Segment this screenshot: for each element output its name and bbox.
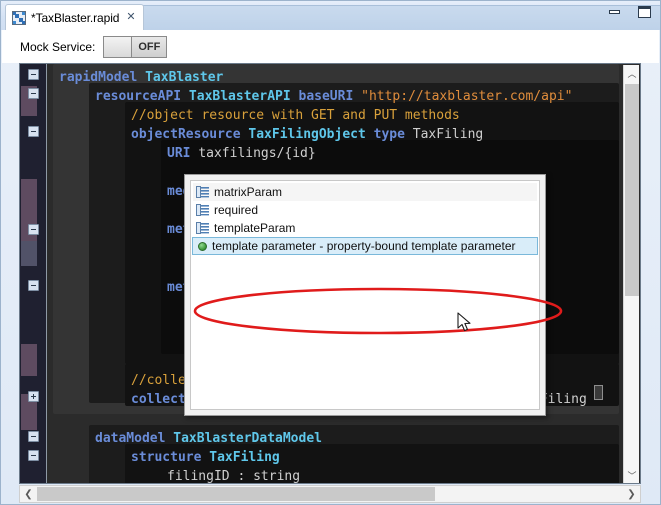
fold-toggle-collapse[interactable]: [28, 126, 39, 137]
code-line: rapidModel TaxBlaster: [59, 68, 223, 87]
autocomplete-item-label: required: [214, 203, 259, 217]
code-token: dataModel: [95, 431, 174, 446]
autocomplete-item-label: matrixParam: [214, 185, 283, 199]
toggle-knob[interactable]: [104, 36, 133, 57]
autocomplete-item[interactable]: matrixParam: [193, 183, 537, 201]
horizontal-scroll-thumb[interactable]: [37, 487, 435, 501]
maximize-icon: [637, 6, 651, 18]
code-line: objectResource TaxFilingObject type TaxF…: [131, 125, 483, 144]
list-entry-icon: [196, 204, 209, 216]
scroll-up-icon[interactable]: ︿: [624, 65, 640, 82]
code-token: rapidModel: [59, 70, 146, 85]
code-token: filingID : string: [167, 469, 301, 484]
vertical-scroll-thumb[interactable]: [625, 84, 639, 296]
code-token: //object resource with GET and PUT metho…: [131, 108, 460, 123]
editor-tab-label: *TaxBlaster.rapid: [31, 10, 120, 25]
code-token: TaxFilingObject: [248, 127, 374, 142]
code-line: structure TaxFiling: [131, 448, 280, 467]
tab-strip-empty-area: [141, 5, 660, 30]
mock-service-toggle[interactable]: OFF: [103, 35, 168, 58]
code-token: taxfilings/{id}: [198, 146, 316, 161]
gutter-annotation-marker: [21, 241, 37, 266]
minimize-icon: [608, 10, 620, 14]
code-token: TaxBlasterAPI: [188, 89, 299, 104]
fold-toggle-collapse[interactable]: [28, 280, 39, 291]
fold-toggle-collapse[interactable]: [28, 88, 39, 99]
autocomplete-item[interactable]: templateParam: [193, 219, 537, 237]
editor-tab-taxblaster[interactable]: *TaxBlaster.rapid ✕: [5, 4, 144, 30]
toggle-state-label: OFF: [132, 36, 167, 57]
editor-vertical-scrollbar[interactable]: ︿ ﹀: [623, 65, 640, 483]
code-line: filingID : string: [167, 467, 301, 484]
mock-service-label: Mock Service:: [20, 39, 96, 54]
rapid-file-icon: [12, 10, 26, 25]
code-token: resourceAPI: [95, 89, 189, 104]
code-token: "http://taxblaster.com/api": [361, 89, 573, 104]
code-line: dataModel TaxBlasterDataModel: [95, 429, 322, 448]
scroll-left-icon[interactable]: ❮: [20, 486, 37, 502]
autocomplete-item[interactable]: template parameter - property-bound temp…: [192, 237, 538, 255]
autocomplete-item-label: templateParam: [214, 221, 296, 235]
fold-toggle-expand[interactable]: [28, 391, 39, 402]
code-token: objectResource: [131, 127, 249, 142]
editor-gutter[interactable]: [20, 64, 46, 483]
fold-toggle-collapse[interactable]: [28, 450, 39, 461]
fold-toggle-collapse[interactable]: [28, 224, 39, 235]
rapid-editor-window: *TaxBlaster.rapid ✕ Mock Service: OFF ra…: [0, 0, 661, 505]
autocomplete-item[interactable]: required: [193, 201, 537, 219]
code-line: resourceAPI TaxBlasterAPI baseURI "http:…: [95, 87, 572, 106]
code-token: URI: [167, 146, 199, 161]
autocomplete-popup[interactable]: matrixParam required templateParam template…: [184, 174, 546, 416]
editor-horizontal-scrollbar[interactable]: ❮ ❯: [19, 485, 641, 503]
list-entry-icon: [196, 222, 209, 234]
fold-toggle-collapse[interactable]: [28, 69, 39, 80]
code-token: type: [373, 127, 413, 142]
mock-service-toolbar: Mock Service: OFF: [2, 30, 659, 63]
scroll-down-icon[interactable]: ﹀: [624, 467, 640, 483]
list-entry-icon: [196, 186, 209, 198]
code-token: TaxFiling: [209, 450, 280, 465]
code-token: TaxBlaster: [145, 70, 224, 85]
scroll-right-icon[interactable]: ❯: [623, 486, 640, 502]
maximize-button[interactable]: [634, 4, 654, 20]
window-controls: [604, 4, 654, 20]
code-token: TaxFiling: [412, 127, 484, 142]
code-token: baseURI: [298, 89, 362, 104]
code-line: //object resource with GET and PUT metho…: [131, 106, 460, 125]
green-dot-icon: [198, 241, 207, 251]
text-caret: [594, 385, 603, 400]
autocomplete-list[interactable]: matrixParam required templateParam template…: [190, 180, 540, 410]
close-icon[interactable]: ✕: [126, 12, 135, 23]
code-line: URI taxfilings/{id}: [167, 144, 316, 163]
gutter-annotation-marker: [21, 344, 37, 376]
code-token: TaxBlasterDataModel: [173, 431, 322, 446]
code-token: structure: [131, 450, 210, 465]
fold-toggle-collapse[interactable]: [28, 431, 39, 442]
code-editor[interactable]: rapidModel TaxBlaster resourceAPI TaxBlas…: [19, 63, 641, 484]
title-bar: *TaxBlaster.rapid ✕: [1, 1, 660, 30]
autocomplete-item-label: template parameter - property-bound temp…: [212, 239, 516, 253]
minimize-button[interactable]: [604, 4, 624, 20]
